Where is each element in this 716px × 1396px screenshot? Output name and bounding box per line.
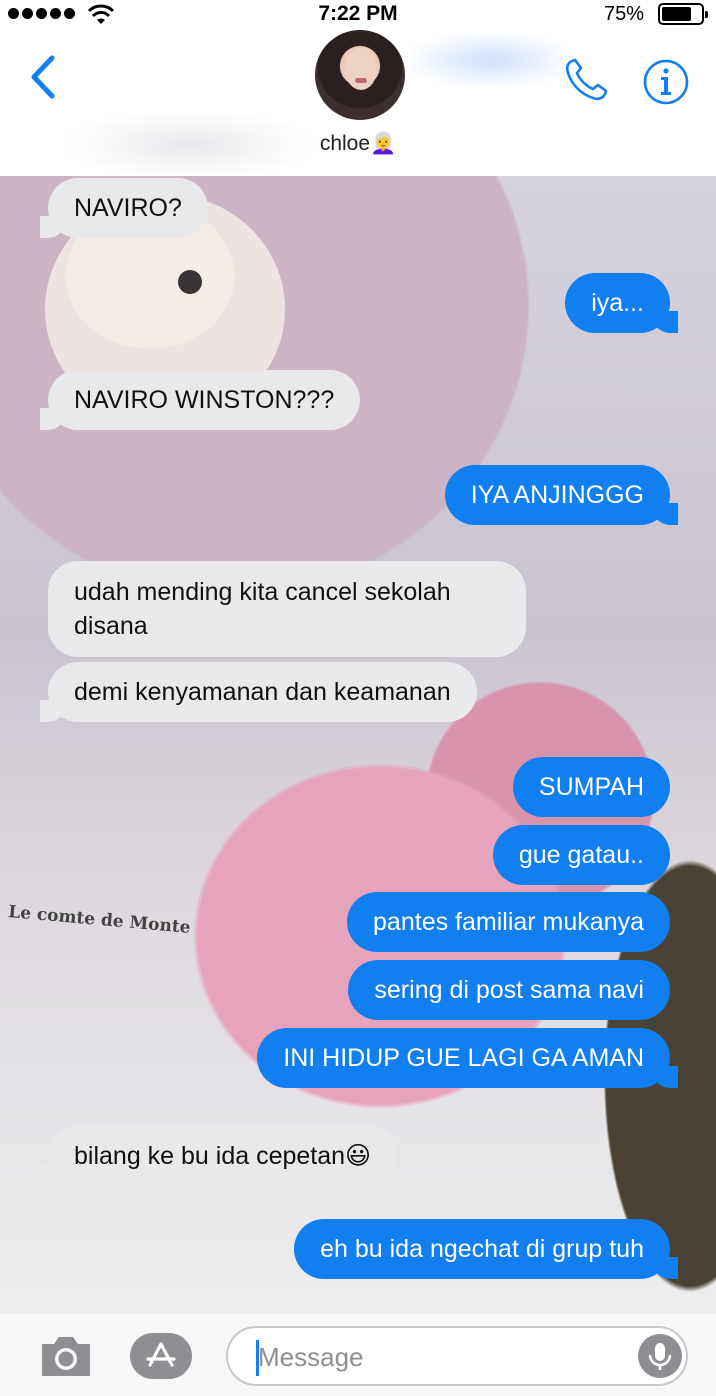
- message-outgoing[interactable]: IYA ANJINGGG: [444, 465, 679, 525]
- background-book-text: Le comte de Monte: [7, 902, 192, 938]
- message-outgoing[interactable]: iya...: [565, 273, 678, 333]
- message-input[interactable]: [258, 1340, 618, 1374]
- battery-icon: [658, 3, 708, 25]
- chevron-left-icon[interactable]: [28, 54, 58, 100]
- message-incoming[interactable]: udah mending kita cancel sekolah disana: [48, 561, 526, 657]
- battery-fill: [662, 7, 691, 21]
- message-incoming[interactable]: NAVIRO?: [40, 178, 208, 238]
- message-incoming[interactable]: demi kenyamanan dan keamanan: [40, 662, 477, 722]
- message-incoming[interactable]: bilang ke bu ida cepetan😃: [39, 1126, 398, 1186]
- message-outgoing[interactable]: INI HIDUP GUE LAGI GA AMAN: [257, 1028, 678, 1088]
- phone-icon[interactable]: [562, 56, 610, 104]
- microphone-icon[interactable]: [638, 1334, 682, 1378]
- message-outgoing[interactable]: sering di post sama navi: [348, 960, 670, 1020]
- message-thread[interactable]: Le comte de Monte NAVIRO? iya... NAVIRO …: [0, 176, 716, 1314]
- contact-avatar[interactable]: [315, 30, 405, 120]
- status-bar: 7:22 PM 75%: [0, 0, 716, 30]
- camera-icon[interactable]: [38, 1332, 94, 1380]
- message-outgoing[interactable]: eh bu ida ngechat di grup tuh: [294, 1219, 678, 1279]
- contact-name[interactable]: chloe👩‍🦳: [0, 132, 716, 156]
- app-store-icon[interactable]: [130, 1333, 192, 1379]
- info-icon[interactable]: [642, 58, 690, 106]
- compose-bar: [0, 1314, 716, 1396]
- message-outgoing[interactable]: SUMPAH: [512, 757, 670, 817]
- message-outgoing[interactable]: pantes familiar mukanya: [347, 892, 670, 952]
- message-outgoing[interactable]: gue gatau..: [492, 825, 670, 885]
- message-incoming[interactable]: NAVIRO WINSTON???: [39, 370, 361, 430]
- conversation-header: chloe👩‍🦳: [0, 30, 716, 180]
- battery-percent: 75%: [604, 3, 645, 25]
- message-input-field[interactable]: [226, 1326, 688, 1386]
